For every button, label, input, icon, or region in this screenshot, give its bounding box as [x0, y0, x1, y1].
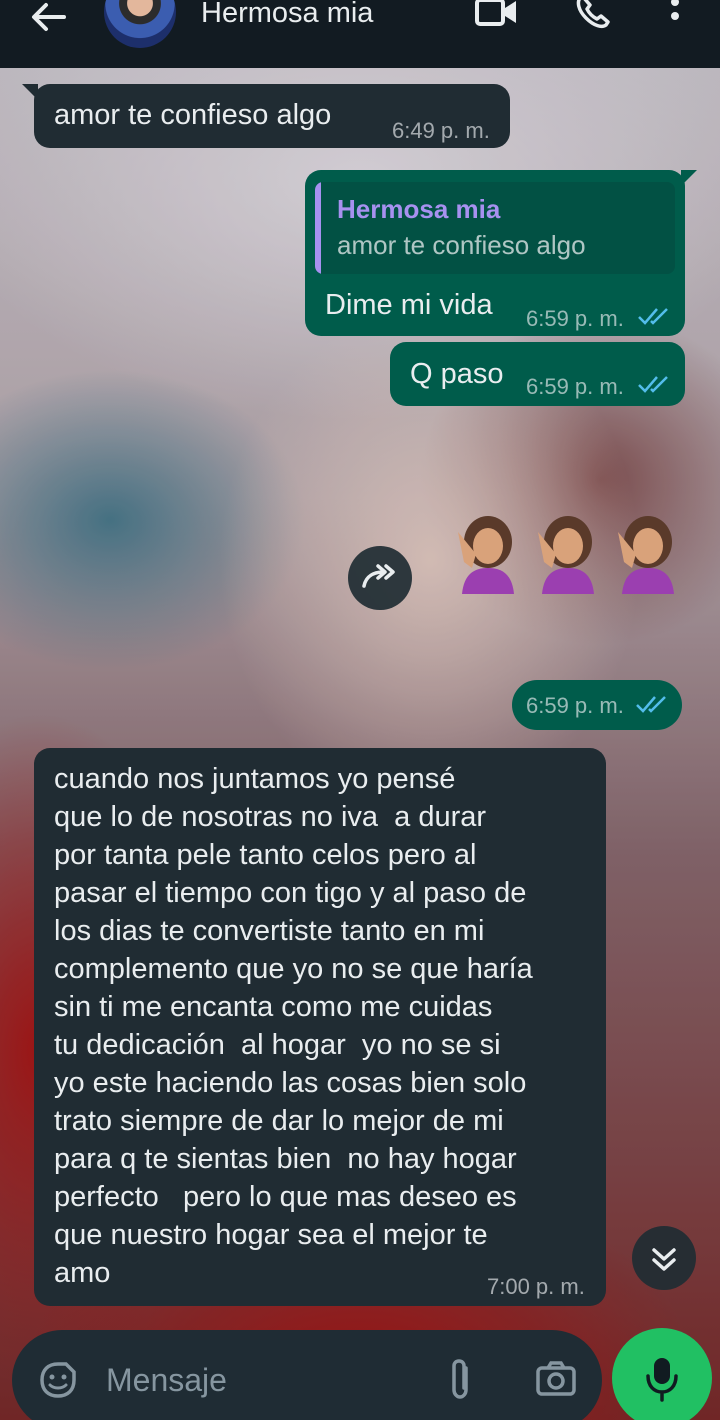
phone-icon[interactable]	[572, 0, 616, 34]
read-ticks-icon	[637, 374, 671, 394]
chat-header: Hermosa mia	[0, 0, 720, 68]
message-time: 6:59 p. m.	[526, 374, 624, 399]
woman-tipping-hand-emoji	[532, 512, 602, 594]
sticker-icon[interactable]	[36, 1358, 80, 1407]
message-text: Dime mi vida	[325, 289, 493, 321]
message-bubble-incoming[interactable]: amor te confieso algo 6:49 p. m.	[22, 84, 510, 148]
message-time: 6:59 p. m.	[526, 693, 624, 718]
message-bubble-outgoing[interactable]: Q paso 6:59 p. m.	[390, 342, 685, 406]
message-time: 7:00 p. m.	[487, 1274, 585, 1299]
mic-icon	[646, 1358, 678, 1402]
woman-tipping-hand-emoji	[612, 512, 682, 594]
quoted-sender: Hermosa mia	[337, 194, 501, 224]
message-time: 6:49 p. m.	[392, 118, 490, 143]
message-input[interactable]: Mensaje	[106, 1362, 227, 1399]
more-options-icon[interactable]	[660, 0, 690, 34]
read-ticks-icon	[637, 306, 671, 326]
message-bubble-incoming[interactable]: cuando nos juntamos yo pensé que lo de n…	[34, 748, 606, 1306]
message-text: cuando nos juntamos yo pensé que lo de n…	[54, 763, 533, 1289]
scroll-down-button[interactable]	[632, 1226, 696, 1290]
quoted-message[interactable]: Hermosa mia amor te confieso algo	[315, 182, 675, 274]
voice-message-button[interactable]	[612, 1328, 712, 1420]
back-arrow-icon[interactable]	[28, 0, 68, 34]
message-time: 6:59 p. m.	[526, 306, 624, 331]
message-text: amor te confieso algo	[54, 99, 332, 131]
forward-button[interactable]	[348, 546, 412, 610]
quoted-text: amor te confieso algo	[337, 230, 586, 260]
attach-icon[interactable]	[444, 1356, 476, 1409]
message-bubble-outgoing[interactable]: Hermosa mia amor te confieso algo Dime m…	[305, 170, 697, 336]
contact-avatar[interactable]	[104, 0, 176, 48]
message-composer[interactable]: Mensaje	[12, 1330, 602, 1420]
video-call-icon[interactable]	[474, 0, 518, 34]
contact-name[interactable]: Hermosa mia	[201, 0, 373, 30]
scroll-down-icon	[652, 1248, 676, 1271]
camera-icon[interactable]	[534, 1358, 578, 1407]
message-text: Q paso	[410, 358, 504, 390]
sticker-timestamp: 6:59 p. m.	[512, 680, 682, 730]
woman-tipping-hand-emoji	[452, 512, 522, 594]
forward-icon	[362, 564, 395, 588]
read-ticks-icon	[635, 694, 669, 714]
